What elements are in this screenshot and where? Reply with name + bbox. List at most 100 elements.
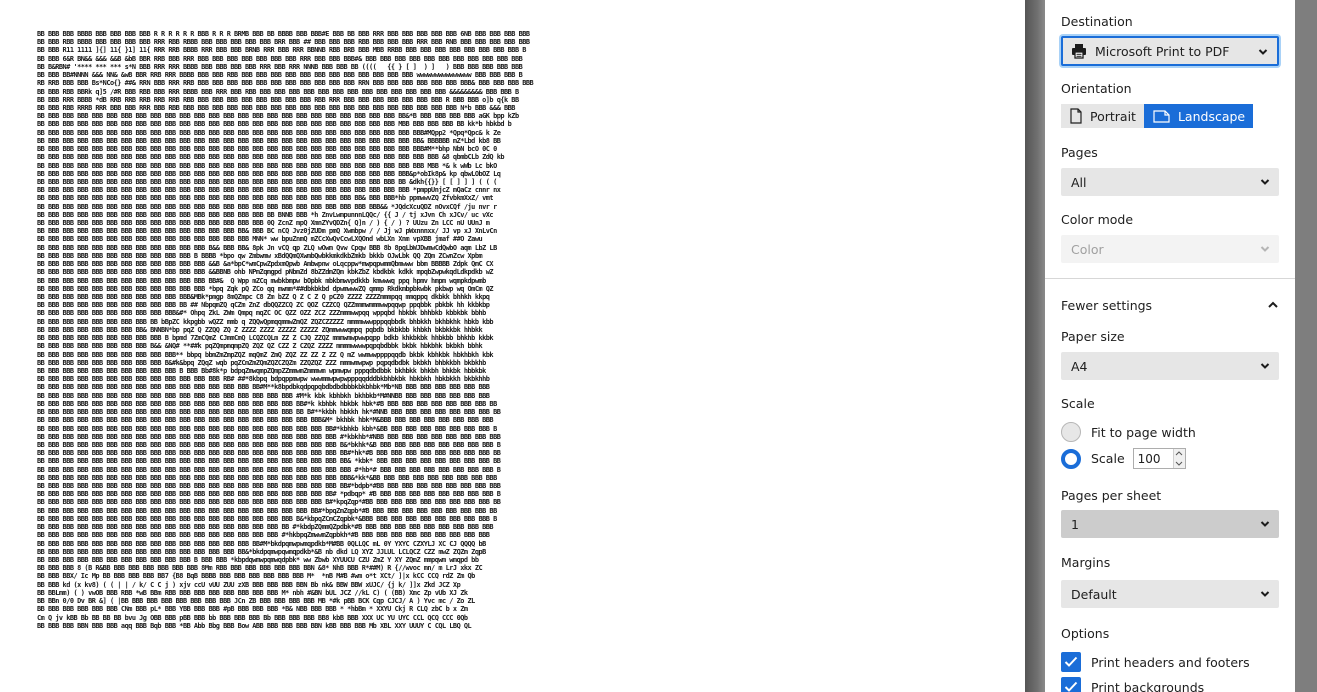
ascii-art-row: BB BBB BBB BBB BBB BBB BBB BBB BBB BBB B… [37, 391, 490, 400]
options-label: Options [1061, 626, 1110, 641]
print-headers-footers-label: Print headers and footers [1091, 654, 1250, 670]
ascii-art-row: BB BBB BBB BBB BBB BBB BBB BBB BBB BBB B… [37, 383, 490, 392]
destination-select[interactable]: Microsoft Print to PDF [1061, 36, 1279, 66]
ascii-art-row: BB BBB BBB BBB BBB BBB BBB BBB BBB BBB B… [37, 194, 494, 203]
color-mode-select[interactable]: Color [1061, 235, 1279, 263]
ascii-art-row: RB RRB BBB BBB Bs*NCo{} ##& RRN BBB RRR … [37, 79, 534, 88]
custom-scale-radio[interactable] [1061, 448, 1081, 469]
chevron-down-icon [1260, 179, 1270, 185]
fit-to-page-width-radio[interactable] [1061, 422, 1081, 442]
checkmark-icon [1064, 681, 1078, 692]
ascii-art-row: BB BBB BBB BBB BBB BBB BBB BBB BBB BBB B… [37, 556, 479, 564]
ascii-art-row: BB BBB BBB BBB BBB BBB BBB BBB BBB BBB B… [37, 210, 494, 219]
scale-label: Scale [1061, 396, 1095, 411]
ascii-art-row: BB BBB BBB BBB BBB BBB BBB BBB BBB BBB B… [37, 284, 494, 293]
ascii-art-row: BB BBB BBB BBB BBB BBB BBB BBB BBB BBB B… [37, 243, 497, 252]
landscape-button[interactable]: Landscape [1143, 104, 1254, 128]
spin-down-icon[interactable] [1175, 461, 1183, 466]
orientation-toggle: Portrait Landscape [1061, 104, 1254, 128]
ascii-art-row: BB BBB BBB BBB BBB BBB BBB BBB BBB BBB B… [37, 260, 494, 269]
print-backgrounds-option[interactable]: Print backgrounds [1061, 677, 1204, 692]
paper-size-value: A4 [1071, 358, 1088, 374]
ascii-art-row: BB BBB BBB BBB BBB BBB BBB BBB BBB BBB B… [37, 112, 519, 121]
ascii-art-row: BB BBB BBB BBB BBB BBB BBB BBB BBB BBB B… [37, 416, 494, 425]
ascii-art-row: BB BBB BBB BBB BBB BBB BBB BBB BBB BBB B… [37, 539, 486, 548]
ascii-art-row: BB BBB BBB BBB BBB BBB BBB BBB BBB BBB B… [37, 219, 490, 228]
fit-to-page-width-label: Fit to page width [1091, 424, 1196, 440]
ascii-art-row: BB BBB BBB BBB BBB BBB BBB BBB BBB BBB B… [37, 490, 501, 499]
ascii-art-row: BB BBB BBB BBB BBB BBB BBB BBB BBB BBB B… [37, 506, 497, 515]
ascii-art-row: BB BBB BBB BBB BBB BBB BBB BBB BBB BBB B… [37, 473, 497, 482]
paper-size-select[interactable]: A4 [1061, 352, 1279, 380]
ascii-art-row: BB BBB BBB BBB BBB BBB BBB BBB BBB BBB B… [37, 120, 512, 129]
spin-up-icon[interactable] [1175, 451, 1183, 456]
ascii-art-row: BB BBB kd (x kv8) ( ( | | / k/ C C j ) x… [37, 580, 461, 589]
ascii-art-row: BB BBB BBB BBB BBB BBB BBB BBB BBB B bpm… [37, 334, 494, 343]
ascii-art-row: BB B&RBN# '**** *** *** s*N BBB RRR RRR … [37, 62, 523, 71]
ascii-art-row: BB BBB BBB BBB BBB BBB BBB BBB BBB BBB B… [37, 449, 501, 458]
ascii-art-row: BB BBB BBB BBB BBB BBB BBB BBB BBB BBB B… [37, 177, 497, 186]
ascii-art-row: BB BBB BBB BBB BBB BBB BBB BBB BBB BBB B… [37, 268, 494, 277]
print-backgrounds-checkbox[interactable] [1061, 677, 1081, 692]
margins-value: Default [1071, 586, 1117, 602]
ascii-art-row: BB BBB BBB BBB BBB BBB BBB BBB BBB BBB B… [37, 128, 501, 137]
ascii-art-row: BB BBB 6&R BN&& &&& &&B &bB BBR RRB BBB … [37, 54, 523, 63]
pages-per-sheet-select[interactable]: 1 [1061, 510, 1279, 538]
orientation-label: Orientation [1061, 81, 1132, 96]
custom-scale-label: Scale [1091, 451, 1125, 466]
ascii-art-row: BB BBLmm) ( ) vwOB BBB RBB *wB BBm RBB B… [37, 588, 468, 597]
color-mode-value: Color [1071, 241, 1104, 257]
ascii-art-row: BB BBB BB#NNNN &&& NN& &wB BBR RRB RRR B… [37, 71, 523, 80]
ascii-art-row: BB BBB BBB BBB BBB BBB BBB BBB BBB BBB B… [37, 235, 483, 244]
ascii-art-row: BB BBB BBB BBB BBB BBB BBB BBB BBB BBB B… [37, 366, 486, 375]
ascii-art-row: BB BBB BBB BBB BBB BBB BBB BBB BBB BBB B… [37, 136, 501, 145]
print-headers-footers-option[interactable]: Print headers and footers [1061, 652, 1250, 672]
margins-select[interactable]: Default [1061, 580, 1279, 608]
fit-to-page-width-option[interactable]: Fit to page width [1061, 422, 1196, 442]
portrait-page-icon [1070, 108, 1082, 124]
ascii-art-row: BB BBn 0/0 Dv BR &] ( |BB BBB BBB BBB BB… [37, 597, 475, 606]
fewer-settings-toggle[interactable]: Fewer settings [1061, 296, 1279, 314]
ascii-art-row: BB BBB BBB BBB BBB BBB BBB BBB BBB BBB B… [37, 186, 501, 195]
scale-value: 100 [1137, 451, 1161, 466]
scale-spinner[interactable] [1172, 449, 1185, 468]
portrait-button[interactable]: Portrait [1061, 104, 1144, 128]
ascii-art-row: BB BBB BBB BBB BBB BBB BBB BBB BBB BBB B… [37, 547, 486, 556]
ascii-art-row: BB BBB BBB BBB BBB BBB BBB BBB BBB BBB B… [37, 465, 501, 474]
pages-select[interactable]: All [1061, 168, 1279, 196]
ascii-art-row: BB BBB RBB BBRk q]5 /#R BBB RBB BBB RRR … [37, 87, 519, 96]
ascii-art-row: BB BBB BBB BBB BBB BBB BBB BBB BBB BBB B… [37, 202, 497, 211]
printer-icon [1072, 44, 1086, 59]
print-preview-area: BB BBB BBB BBBB BBB BBB BBB BBB R R R R … [0, 0, 1025, 692]
destination-label: Destination [1061, 14, 1133, 29]
landscape-page-icon [1153, 109, 1170, 123]
custom-scale-option[interactable]: Scale 100 [1061, 448, 1186, 469]
checkmark-icon [1064, 656, 1078, 667]
chevron-up-icon [1268, 301, 1278, 308]
ascii-art-row: BB BBB BBB BBB BBB BBB BBB BBB BBB BBB B… [37, 251, 483, 260]
fewer-settings-label: Fewer settings [1061, 297, 1153, 313]
paper-size-label: Paper size [1061, 329, 1125, 344]
ascii-art-row: BB BBB BBB BBB BBB BBB BBB BBB BBB BBB B… [37, 514, 497, 523]
backdrop-scrim-right [1295, 0, 1317, 692]
print-settings-panel: Destination Microsoft Print to PDF Orien… [1045, 0, 1295, 692]
ascii-art-row: BB BBB RBB BBBB BBB BBB BBB BBB RRR RBB … [37, 38, 530, 47]
ascii-art-row: Cm Q jv kBB Bb BB BB BB bvu Jg OBB BBB p… [37, 613, 468, 622]
chevron-down-icon [1260, 521, 1270, 527]
ascii-art-row: BB BBB BBB BBB BBB BBB BBB BBB BBB BBB B… [37, 457, 501, 466]
section-divider [1045, 278, 1295, 279]
ascii-art-row: BB BBB BBB BBB BBB BBB BBB BBB BBB BBB B… [37, 145, 497, 154]
print-backgrounds-label: Print backgrounds [1091, 679, 1205, 692]
chevron-down-icon [1260, 363, 1270, 369]
scale-input[interactable]: 100 [1132, 448, 1186, 469]
backdrop-scrim-left [1025, 0, 1045, 692]
ascii-art-content: BB BBB BBB BBBB BBB BBB BBB BBB R R R R … [37, 30, 747, 630]
preview-page: BB BBB BBB BBBB BBB BBB BBB BBB R R R R … [30, 24, 752, 630]
ascii-art-row: BB BBB BBB BBB BBB BBB BBB BBB BBB BBB B… [37, 531, 490, 540]
margins-label: Margins [1061, 555, 1111, 570]
ascii-art-row: BB BBB BBB BBBB BBB BBB BBB BBB R R R R … [37, 30, 530, 38]
ascii-art-row: BB BBB BBB BBB BBB BBB BBB BBB BBB BBB B… [37, 523, 494, 532]
landscape-label: Landscape [1177, 108, 1246, 124]
print-headers-footers-checkbox[interactable] [1061, 652, 1081, 672]
ascii-art-row: BB BBB BBB 8 (B R&BB BBB BBB BBB BBB BBB… [37, 564, 483, 573]
